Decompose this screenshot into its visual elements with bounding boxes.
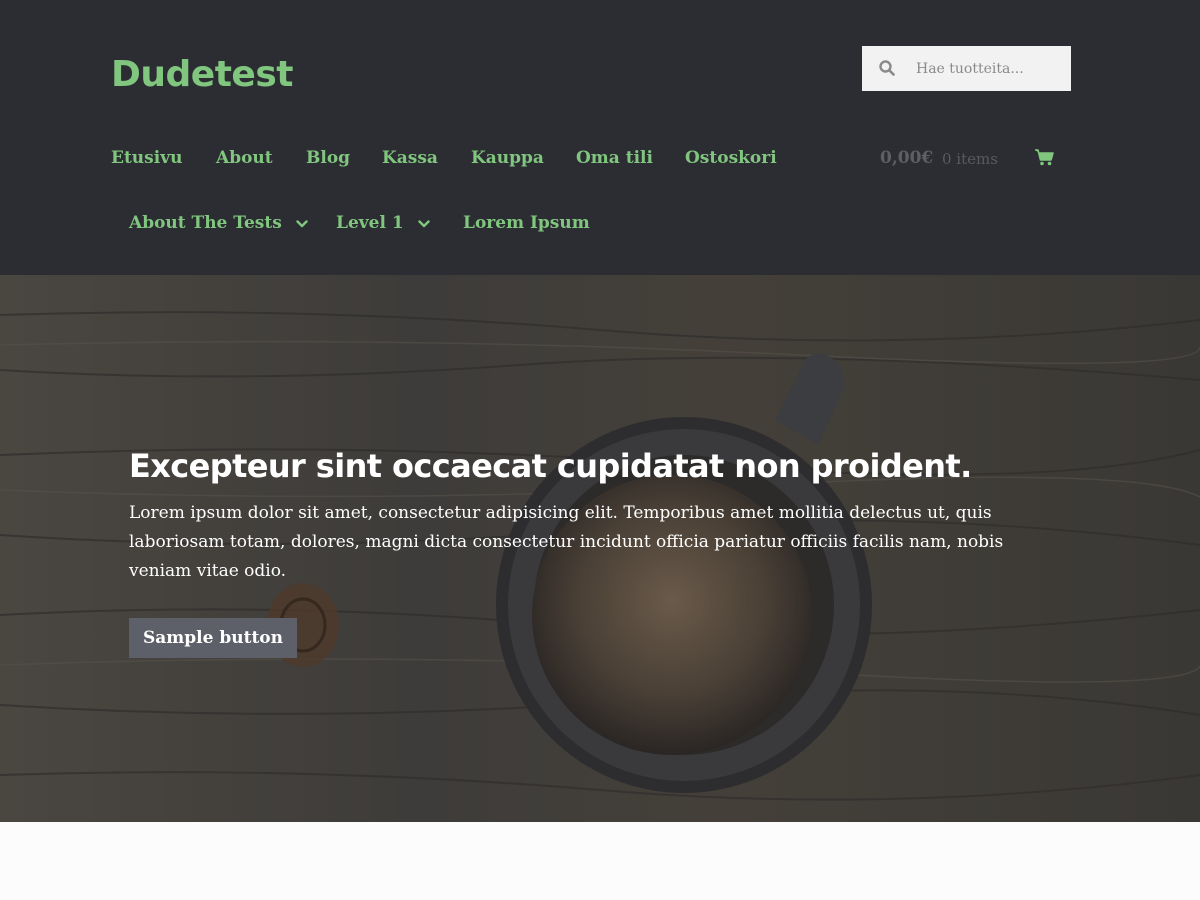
chevron-down-icon: [296, 219, 308, 227]
chevron-down-icon: [417, 219, 430, 227]
nav-item-label: About The Tests: [129, 213, 282, 233]
hero-text: Lorem ipsum dolor sit amet, consectetur …: [129, 503, 1004, 581]
nav-item-kassa[interactable]: Kassa: [382, 148, 438, 168]
nav-item-about-the-tests[interactable]: About The Tests: [129, 213, 308, 233]
cart-icon[interactable]: [1035, 149, 1054, 166]
nav-item-label: Level 1: [336, 213, 404, 233]
search-icon: [879, 60, 895, 76]
cart-total[interactable]: 0,00€: [880, 148, 933, 168]
nav-item-about[interactable]: About: [216, 148, 273, 168]
nav-item-level-1[interactable]: Level 1: [336, 213, 430, 233]
hero-banner: Excepteur sint occaecat cupidatat non pr…: [0, 275, 1200, 822]
hero-title: Excepteur sint occaecat cupidatat non pr…: [129, 447, 972, 485]
site-title[interactable]: Dudetest: [111, 54, 293, 95]
sample-button[interactable]: Sample button: [129, 618, 297, 658]
site-header: Dudetest Etusivu About Blog Kassa Kauppa…: [0, 0, 1200, 275]
search-input[interactable]: [908, 46, 1063, 91]
nav-item-ostoskori[interactable]: Ostoskori: [685, 148, 777, 168]
product-search: [862, 46, 1071, 91]
nav-item-lorem-ipsum[interactable]: Lorem Ipsum: [463, 213, 590, 233]
nav-item-kauppa[interactable]: Kauppa: [471, 148, 544, 168]
nav-item-oma-tili[interactable]: Oma tili: [576, 148, 653, 168]
cart-count[interactable]: 0 items: [942, 150, 998, 168]
nav-item-blog[interactable]: Blog: [306, 148, 350, 168]
nav-item-etusivu[interactable]: Etusivu: [111, 148, 182, 168]
